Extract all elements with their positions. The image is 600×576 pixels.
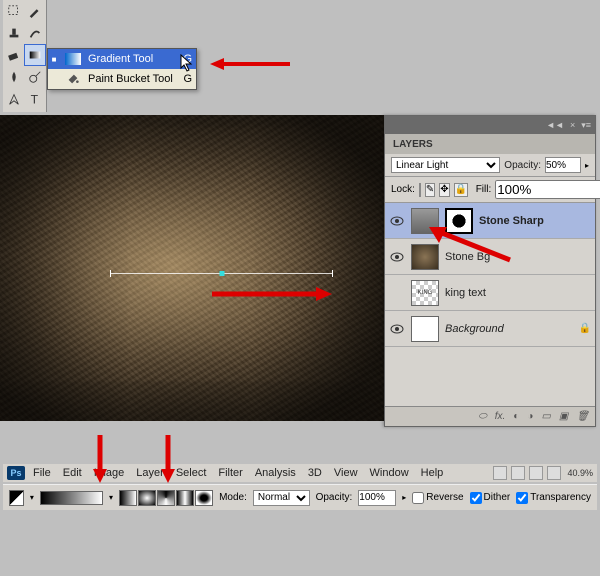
screen-mode-icon[interactable]: [529, 466, 543, 480]
cursor-icon: [180, 54, 194, 75]
folder-icon[interactable]: ▭: [541, 411, 550, 422]
menu-view[interactable]: View: [330, 467, 362, 479]
pen-tool-icon[interactable]: [3, 88, 25, 110]
adjustment-icon[interactable]: ◑: [527, 411, 533, 422]
fill-label: Fill:: [476, 184, 492, 195]
chevron-down-icon[interactable]: ▾: [109, 493, 113, 502]
gradient-tool-icon[interactable]: [24, 44, 46, 66]
gradient-guide-line: [110, 273, 333, 274]
type-tool-icon[interactable]: T: [25, 88, 47, 110]
menu-help[interactable]: Help: [417, 467, 448, 479]
blend-row: Linear Light Opacity: ▸: [385, 154, 595, 177]
eraser-tool-icon[interactable]: [3, 44, 24, 66]
layers-tab[interactable]: Layers: [385, 134, 595, 154]
menu-3d[interactable]: 3D: [304, 467, 326, 479]
launch-bridge-icon[interactable]: [493, 466, 507, 480]
panel-footer: ⬭ fx. ◐ ◑ ▭ ▣ 🗑: [385, 406, 595, 426]
tool-flyout: ■ Gradient Tool G Paint Bucket Tool G: [47, 48, 197, 90]
brush-tool-icon[interactable]: [25, 0, 47, 22]
menu-file[interactable]: File: [29, 467, 55, 479]
layer-name: king text: [445, 287, 486, 299]
menu-filter[interactable]: Filter: [214, 467, 246, 479]
ps-logo-icon: Ps: [7, 466, 25, 480]
svg-text:T: T: [31, 92, 39, 106]
dither-checkbox[interactable]: Dither: [470, 492, 511, 504]
layer-row[interactable]: Background 🔒: [385, 311, 595, 347]
tool-palette: T: [3, 0, 47, 112]
visibility-icon[interactable]: [389, 213, 405, 229]
layer-name: Background: [445, 323, 504, 335]
zoom-level[interactable]: 40.9%: [567, 468, 593, 478]
lock-transparent-icon[interactable]: [419, 183, 421, 197]
dodge-tool-icon[interactable]: [25, 66, 47, 88]
opacity-label: Opacity:: [316, 492, 353, 503]
opacity-input[interactable]: [545, 157, 581, 173]
flyout-item-bucket[interactable]: Paint Bucket Tool G: [48, 69, 196, 89]
lock-all-icon[interactable]: 🔒: [454, 183, 468, 197]
menu-window[interactable]: Window: [366, 467, 413, 479]
lock-pixels-icon[interactable]: ✎: [425, 183, 435, 197]
menu-edit[interactable]: Edit: [59, 467, 86, 479]
heal-tool-icon[interactable]: [3, 0, 25, 22]
new-layer-icon[interactable]: ▣: [559, 411, 568, 422]
linear-gradient-icon[interactable]: [119, 490, 137, 506]
chevron-down-icon[interactable]: ▾: [30, 493, 34, 502]
tool-preset-icon[interactable]: [9, 490, 24, 506]
angle-gradient-icon[interactable]: [157, 490, 175, 506]
panel-header: ◄◄ × ▾≡: [385, 116, 595, 134]
menu-icon[interactable]: ▾≡: [581, 120, 591, 131]
bucket-icon: [64, 72, 82, 86]
annotation-arrow-icon: [158, 435, 178, 486]
blend-mode-select[interactable]: Linear Light: [391, 157, 500, 173]
visibility-icon[interactable]: [389, 321, 405, 337]
history-brush-icon[interactable]: [25, 22, 47, 44]
lock-label: Lock:: [391, 184, 415, 195]
trash-icon[interactable]: 🗑: [576, 411, 589, 422]
document-canvas[interactable]: [0, 115, 384, 421]
mode-label: Mode:: [219, 492, 247, 503]
layer-thumb: [411, 316, 439, 342]
mode-select[interactable]: Normal: [253, 490, 310, 506]
chevron-down-icon[interactable]: ▸: [402, 493, 406, 502]
visibility-icon[interactable]: [389, 249, 405, 265]
view-extras-icon[interactable]: [511, 466, 525, 480]
diamond-gradient-icon[interactable]: [195, 490, 213, 506]
reflected-gradient-icon[interactable]: [176, 490, 194, 506]
gradient-picker[interactable]: [40, 491, 103, 505]
annotation-arrow-icon: [210, 56, 290, 75]
active-dot-icon: ■: [50, 55, 58, 64]
annotation-arrow-icon: [425, 225, 515, 268]
flyout-label: Gradient Tool: [88, 53, 174, 65]
menu-analysis[interactable]: Analysis: [251, 467, 300, 479]
annotation-arrow-icon: [90, 435, 110, 486]
flyout-item-gradient[interactable]: ■ Gradient Tool G: [48, 49, 196, 69]
gradient-icon: [64, 52, 82, 66]
fill-input[interactable]: [495, 180, 600, 199]
options-bar: ▾ ▾ Mode: Normal Opacity: ▸ Reverse Dith…: [3, 484, 597, 510]
chevron-left-icon[interactable]: ◄◄: [546, 120, 564, 130]
radial-gradient-icon[interactable]: [138, 490, 156, 506]
blur-tool-icon[interactable]: [3, 66, 25, 88]
chevron-down-icon[interactable]: ▸: [585, 161, 589, 170]
lock-position-icon[interactable]: ✥: [439, 183, 449, 197]
reverse-checkbox[interactable]: Reverse: [412, 492, 463, 504]
annotation-arrow-icon: [212, 285, 332, 306]
lock-row: Lock: ✎ ✥ 🔒 Fill: ▸: [385, 177, 595, 203]
lock-icon: 🔒: [579, 323, 591, 334]
gradient-type-group: [119, 490, 213, 506]
close-icon[interactable]: ×: [570, 120, 575, 130]
layers-panel: ◄◄ × ▾≡ Layers Linear Light Opacity: ▸ L…: [384, 115, 596, 427]
visibility-icon[interactable]: [389, 285, 405, 301]
layer-thumb: KING: [411, 280, 439, 306]
flyout-label: Paint Bucket Tool: [88, 73, 174, 85]
layer-row[interactable]: KING king text: [385, 275, 595, 311]
arrange-icon[interactable]: [547, 466, 561, 480]
opacity-label: Opacity:: [504, 160, 541, 171]
stamp-tool-icon[interactable]: [3, 22, 25, 44]
mask-icon[interactable]: ◐: [513, 411, 519, 422]
transparency-checkbox[interactable]: Transparency: [516, 492, 591, 504]
fx-icon[interactable]: fx.: [495, 411, 506, 422]
opacity-input[interactable]: [358, 490, 396, 506]
link-icon[interactable]: ⬭: [478, 411, 487, 422]
